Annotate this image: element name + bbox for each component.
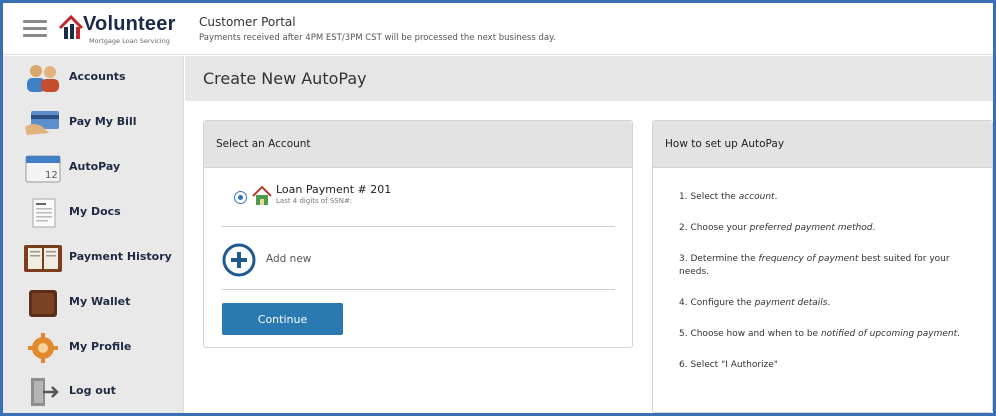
howto-card: How to set up AutoPay 1. Select the acco…: [652, 120, 993, 413]
divider: [222, 226, 615, 227]
plus-circle-icon[interactable]: [222, 243, 256, 277]
sidebar-label-log-out: Log out: [69, 384, 116, 397]
main-content: Create New AutoPay Select an Account Loa…: [185, 56, 993, 413]
howto-step: 4. Configure the payment details.: [679, 298, 831, 308]
howto-steps-list: 1. Select the account. 2. Choose your pr…: [679, 191, 979, 390]
sidebar-label-my-wallet: My Wallet: [69, 295, 131, 308]
calendar-icon: 12: [25, 155, 61, 183]
account-radio-selected[interactable]: [234, 191, 247, 204]
select-account-card: Select an Account Loan Payment # 201 Las…: [203, 120, 633, 348]
howto-card-header: How to set up AutoPay: [653, 121, 992, 168]
sidebar-item-my-profile[interactable]: My Profile: [3, 328, 184, 368]
app-header: Volunteer Mortgage Loan Servicing Custom…: [3, 3, 993, 55]
howto-step: 2. Choose your preferred payment method.: [679, 223, 876, 233]
sidebar-item-autopay[interactable]: 12 AutoPay: [3, 148, 184, 188]
accounts-icon: [27, 65, 59, 92]
sidebar-label-pay-my-bill: Pay My Bill: [69, 115, 137, 128]
page-title: Create New AutoPay: [203, 69, 367, 88]
page-header-bar: Create New AutoPay: [185, 56, 993, 101]
sidebar-label-accounts: Accounts: [69, 70, 126, 83]
sidebar-nav: Accounts Pay My Bill 12 AutoPay My Docs: [3, 56, 184, 413]
ledger-icon: [24, 245, 62, 272]
continue-button[interactable]: Continue: [222, 303, 343, 335]
documents-icon: [32, 198, 56, 228]
wallet-icon: [29, 290, 57, 317]
logo-name: Volunteer: [83, 13, 176, 35]
portal-title: Customer Portal: [199, 15, 296, 29]
sidebar-item-log-out[interactable]: Log out: [3, 372, 184, 412]
sidebar-label-autopay: AutoPay: [69, 160, 121, 173]
logo-tagline: Mortgage Loan Servicing: [89, 37, 170, 45]
howto-step: 1. Select the account.: [679, 192, 778, 202]
gear-icon: [28, 333, 58, 363]
sidebar-item-my-wallet[interactable]: My Wallet: [3, 283, 184, 323]
menu-hamburger-icon[interactable]: [23, 20, 47, 38]
sidebar-item-payment-history[interactable]: Payment History: [3, 238, 184, 278]
sidebar-label-my-docs: My Docs: [69, 205, 121, 218]
divider: [222, 289, 615, 290]
select-account-heading: Select an Account: [216, 138, 311, 150]
howto-step: 3. Determine the frequency of payment be…: [679, 254, 950, 277]
add-new-link[interactable]: Add new: [266, 253, 311, 265]
select-account-card-header: Select an Account: [204, 121, 632, 168]
account-label[interactable]: Loan Payment # 201: [276, 183, 391, 196]
howto-heading: How to set up AutoPay: [665, 138, 785, 150]
sidebar-label-my-profile: My Profile: [69, 340, 132, 353]
house-icon: [252, 185, 272, 205]
portal-notice: Payments received after 4PM EST/3PM CST …: [199, 33, 556, 43]
howto-step: 5. Choose how and when to be notified of…: [679, 329, 961, 339]
howto-step: 6. Select "I Authorize": [679, 360, 778, 370]
sidebar-item-pay-my-bill[interactable]: Pay My Bill: [3, 103, 184, 143]
sidebar-item-accounts[interactable]: Accounts: [3, 58, 184, 98]
account-sub-label: Last 4 digits of SSN#:: [276, 197, 353, 205]
volunteer-logo[interactable]: Volunteer Mortgage Loan Servicing: [57, 11, 177, 49]
calendar-day-text: 12: [45, 170, 58, 181]
sidebar-item-my-docs[interactable]: My Docs: [3, 193, 184, 233]
logout-icon: [31, 378, 59, 406]
sidebar-label-payment-history: Payment History: [69, 250, 172, 263]
pay-bill-icon: [25, 111, 59, 135]
